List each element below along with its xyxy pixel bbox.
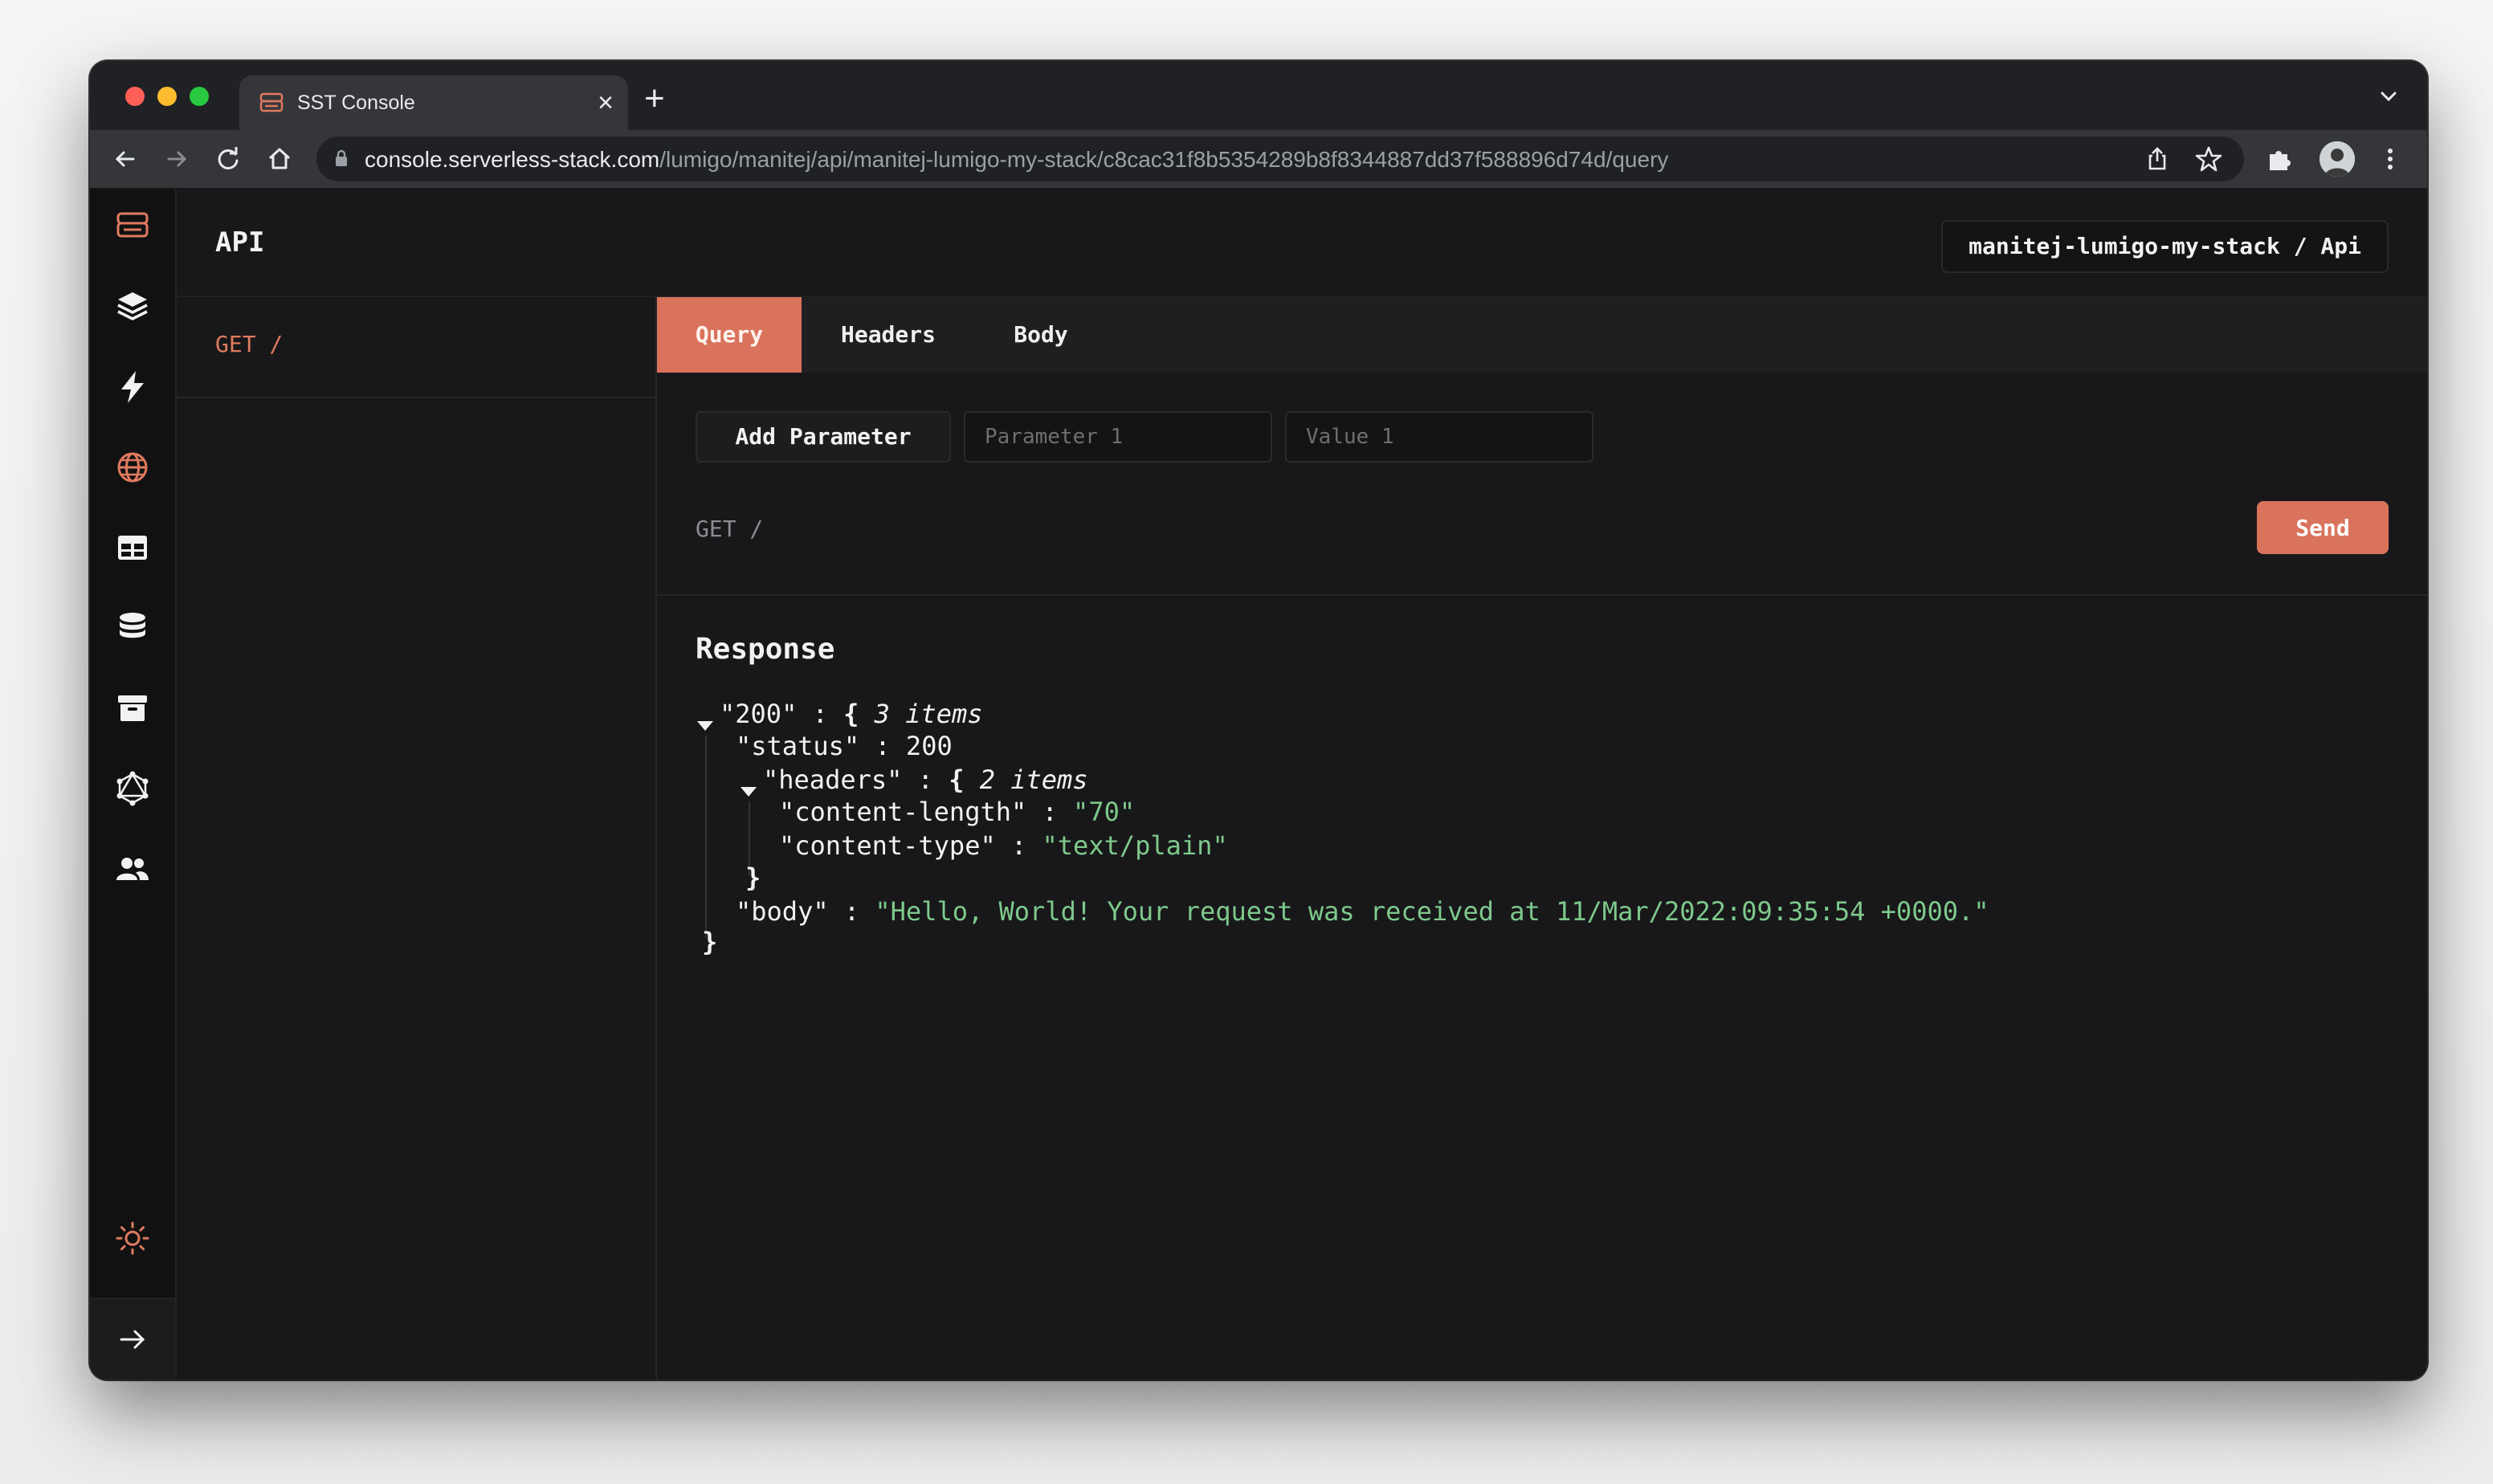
lock-icon <box>336 149 347 166</box>
sst-logo-icon <box>116 212 149 238</box>
sidebar-item-rds[interactable] <box>113 609 152 647</box>
sidebar-expand-area <box>90 1298 175 1380</box>
reload-icon[interactable] <box>210 141 246 177</box>
url-host: console.serverless-stack.com <box>365 147 660 172</box>
stacks-icon <box>117 292 148 320</box>
json-body-line: "body" : "Hello, World! Your request was… <box>736 896 1989 927</box>
tab-close-icon[interactable]: × <box>598 87 614 119</box>
collapse-caret-icon[interactable] <box>741 787 757 797</box>
json-open-brace: { <box>843 699 859 729</box>
request-method-path: GET / <box>696 516 764 542</box>
json-close-brace: } <box>702 927 718 957</box>
tab-body[interactable]: Body <box>969 297 1113 373</box>
route-label: GET / <box>215 331 284 357</box>
page-title: API <box>215 226 265 259</box>
sidebar-item-buckets[interactable] <box>113 689 152 728</box>
json-close-brace: } <box>745 862 761 893</box>
response-divider <box>657 594 2427 596</box>
json-key: "200" <box>720 699 798 729</box>
url-text: console.serverless-stack.com/lumigo/mani… <box>365 147 1668 173</box>
json-root-line: "200" : { 3 items <box>720 699 983 729</box>
theme-toggle[interactable] <box>113 1219 152 1258</box>
json-key: "status" <box>736 731 860 761</box>
forward-arrow-icon[interactable] <box>159 141 194 177</box>
json-content-length-line: "content-length" : "70" <box>779 797 1135 827</box>
json-open-brace: { <box>949 764 965 795</box>
sst-favicon-icon <box>259 92 284 112</box>
database-icon <box>120 613 145 638</box>
profile-avatar[interactable] <box>2320 141 2355 177</box>
json-colon: : <box>1042 797 1058 827</box>
tree-guide <box>705 736 707 938</box>
tab-query[interactable]: Query <box>657 297 802 373</box>
sidebar-item-cognito[interactable] <box>113 850 152 888</box>
json-colon: : <box>812 699 828 729</box>
back-arrow-icon[interactable] <box>108 141 143 177</box>
json-key: "content-type" <box>779 830 996 861</box>
browser-window: SST Console × + console.serverless-stack… <box>90 61 2427 1380</box>
response-title: Response <box>696 633 835 666</box>
share-icon[interactable] <box>2143 145 2172 173</box>
close-window-button[interactable] <box>125 87 145 106</box>
json-key: "headers" <box>763 764 903 795</box>
json-string-value: "Hello, World! Your request was received… <box>875 896 1989 927</box>
expand-arrow-icon[interactable] <box>113 1320 152 1359</box>
json-item-count: 3 items <box>874 699 983 729</box>
functions-icon <box>121 371 144 403</box>
json-string-value: "text/plain" <box>1042 830 1228 861</box>
request-panel: Query Headers Body Add Parameter GET / S… <box>657 297 2427 1380</box>
json-colon: : <box>843 896 860 927</box>
json-status-line: "status" : 200 <box>736 731 953 761</box>
add-parameter-button[interactable]: Add Parameter <box>696 411 951 463</box>
api-icon <box>117 452 148 483</box>
graphql-icon <box>116 771 149 806</box>
json-colon: : <box>917 764 933 795</box>
users-icon <box>116 858 149 880</box>
tab-search-chevron-icon[interactable] <box>2374 82 2403 111</box>
sidebar-item-home[interactable] <box>113 207 152 246</box>
archive-box-icon <box>118 695 147 721</box>
browser-toolbar: console.serverless-stack.com/lumigo/mani… <box>90 130 2427 190</box>
parameter-name-input[interactable] <box>964 411 1272 463</box>
json-content-type-line: "content-type" : "text/plain" <box>779 830 1228 861</box>
json-colon: : <box>1010 830 1027 861</box>
request-tabs: Query Headers Body <box>657 297 2427 373</box>
sidebar-item-api[interactable] <box>113 448 152 487</box>
sidebar-item-functions[interactable] <box>113 368 152 406</box>
browser-tab[interactable]: SST Console × <box>239 75 628 130</box>
json-key: "body" <box>736 896 829 927</box>
json-headers-line: "headers" : { 2 items <box>763 764 1088 795</box>
profile-avatar-icon <box>2320 141 2355 177</box>
tab-strip: SST Console × + <box>90 61 2427 130</box>
icon-sidebar <box>90 190 177 1380</box>
bookmark-star-icon[interactable] <box>2194 145 2223 173</box>
minimize-window-button[interactable] <box>157 87 177 106</box>
json-colon: : <box>875 731 891 761</box>
zoom-window-button[interactable] <box>190 87 209 106</box>
table-icon <box>118 536 147 560</box>
sun-icon <box>116 1221 149 1255</box>
extensions-puzzle-icon[interactable] <box>2263 143 2295 175</box>
route-item[interactable]: GET / <box>175 297 655 398</box>
home-icon[interactable] <box>262 141 297 177</box>
sidebar-item-graphql[interactable] <box>113 769 152 808</box>
sst-console-app: API manitej-lumigo-my-stack / Api GET / … <box>90 190 2427 1380</box>
json-string-value: "70" <box>1073 797 1136 827</box>
url-path: /lumigo/manitej/api/manitej-lumigo-my-st… <box>659 147 1669 172</box>
sidebar-item-dynamodb[interactable] <box>113 528 152 567</box>
parameter-value-input[interactable] <box>1285 411 1593 463</box>
sidebar-item-stacks[interactable] <box>113 287 152 326</box>
json-number-value: 200 <box>905 731 953 761</box>
send-button[interactable]: Send <box>2257 501 2389 554</box>
new-tab-button[interactable]: + <box>644 79 665 119</box>
collapse-caret-icon[interactable] <box>697 721 713 731</box>
route-list: GET / <box>175 297 657 1380</box>
stack-selector[interactable]: manitej-lumigo-my-stack / Api <box>1941 220 2389 273</box>
address-bar[interactable]: console.serverless-stack.com/lumigo/mani… <box>316 137 2244 181</box>
json-item-count: 2 items <box>979 764 1088 795</box>
tab-headers[interactable]: Headers <box>808 297 969 373</box>
json-key: "content-length" <box>779 797 1027 827</box>
tab-title: SST Console <box>297 92 415 114</box>
browser-menu-kebab-icon[interactable] <box>2374 143 2406 175</box>
